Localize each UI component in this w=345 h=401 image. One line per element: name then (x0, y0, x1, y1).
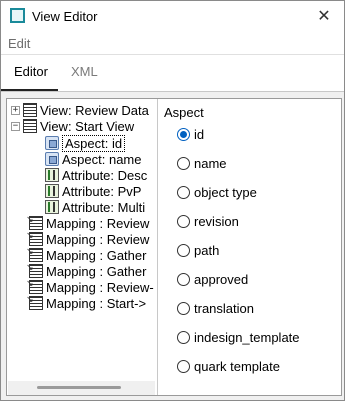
radio-label: approved (194, 272, 249, 287)
tree-item[interactable]: Attribute: PvP (45, 183, 141, 199)
tree-item-label: Aspect: id (62, 134, 126, 152)
radio-option-approved[interactable]: approved (177, 272, 248, 287)
editor-content: + View: Review Data − View: Start View A… (6, 98, 342, 396)
tree-item-label: View: Start View (40, 118, 135, 134)
tab-divider (1, 91, 344, 92)
tree-item-label: Mapping : Gather (46, 263, 147, 279)
tree-item-label: Attribute: Multi (62, 199, 146, 215)
radio-label: id (194, 127, 205, 142)
app-icon (10, 8, 25, 23)
mapping-icon: ↘ (26, 246, 43, 262)
radio-label: quark template (194, 359, 280, 374)
tree-item-label: Aspect: name (62, 151, 142, 167)
view-editor-window: View Editor ✕ Edit Editor XML + View: Re… (0, 0, 345, 401)
aspect-icon (45, 136, 59, 150)
title-bar: View Editor ✕ (1, 1, 344, 31)
tree-item[interactable]: Attribute: Desc (45, 167, 147, 183)
tree-item-label: Mapping : Review (46, 231, 150, 247)
attribute-icon (45, 184, 59, 198)
tab-bar: Editor XML (1, 55, 344, 92)
radio-option-translation[interactable]: translation (177, 301, 254, 316)
radio-label: path (194, 243, 220, 258)
menu-bar: Edit (1, 31, 344, 55)
horizontal-scrollbar[interactable] (8, 381, 155, 395)
expand-icon[interactable]: + (11, 105, 20, 115)
tree-item[interactable]: ↘ Mapping : Review (26, 230, 150, 247)
radio-label: revision (194, 214, 239, 229)
tree-item[interactable]: + View: Review Data (11, 102, 149, 118)
tree-item-label: Mapping : Review (46, 215, 150, 231)
aspect-icon (45, 152, 59, 166)
radio-checked-icon[interactable] (177, 128, 190, 141)
radio-icon[interactable] (177, 331, 190, 344)
radio-option-object-type[interactable]: object type (177, 185, 257, 200)
radio-label: translation (194, 301, 254, 316)
radio-option-path[interactable]: path (177, 243, 219, 258)
radio-label: object type (194, 185, 257, 200)
radio-option-name[interactable]: name (177, 156, 227, 171)
attribute-icon (45, 200, 59, 214)
radio-icon[interactable] (177, 302, 190, 315)
mapping-icon: ↘ (26, 294, 43, 310)
menu-edit[interactable]: Edit (8, 36, 30, 51)
tree-item-label: Attribute: PvP (62, 183, 142, 199)
tree-item[interactable]: Aspect: name (45, 151, 142, 167)
collapse-icon[interactable]: − (11, 121, 20, 131)
radio-icon[interactable] (177, 157, 190, 170)
aspect-panel: Aspect id name object type revision path (158, 99, 341, 395)
tree-item[interactable]: ↘ Mapping : Start-> (26, 294, 147, 311)
tree-item[interactable]: ↘ Mapping : Gather (26, 246, 147, 263)
mapping-icon: ↘ (26, 262, 43, 278)
tree-item[interactable]: Attribute: Multi (45, 199, 145, 215)
tab-editor[interactable]: Editor (14, 64, 48, 79)
scrollbar-thumb[interactable] (37, 386, 121, 389)
view-tree[interactable]: + View: Review Data − View: Start View A… (7, 99, 156, 395)
radio-icon[interactable] (177, 360, 190, 373)
radio-option-quark-template[interactable]: quark template (177, 359, 280, 374)
mapping-icon: ↘ (26, 230, 43, 246)
tree-item[interactable]: ↘ Mapping : Review (26, 214, 150, 231)
tree-item-label: Attribute: Desc (62, 167, 148, 183)
mapping-icon: ↘ (26, 214, 43, 230)
tree-item-label: Mapping : Gather (46, 247, 147, 263)
view-icon (23, 119, 37, 133)
tree-item-label: Mapping : Start-> (46, 295, 147, 311)
tree-item[interactable]: Aspect: id (45, 134, 126, 152)
radio-option-revision[interactable]: revision (177, 214, 239, 229)
radio-label: name (194, 156, 227, 171)
window-title: View Editor (32, 9, 98, 24)
radio-option-id[interactable]: id (177, 127, 204, 142)
radio-icon[interactable] (177, 244, 190, 257)
radio-icon[interactable] (177, 215, 190, 228)
radio-option-indesign-template[interactable]: indesign_template (177, 330, 300, 345)
tab-xml[interactable]: XML (71, 64, 98, 79)
tree-item[interactable]: − View: Start View (11, 118, 134, 134)
radio-icon[interactable] (177, 273, 190, 286)
tree-item-label: Mapping : Review- (46, 279, 154, 295)
aspect-panel-title: Aspect (164, 105, 204, 120)
tree-item[interactable]: ↘ Mapping : Gather (26, 262, 147, 279)
view-icon (23, 103, 37, 117)
attribute-icon (45, 168, 59, 182)
radio-icon[interactable] (177, 186, 190, 199)
mapping-icon: ↘ (26, 278, 43, 294)
close-icon[interactable]: ✕ (304, 1, 344, 31)
radio-label: indesign_template (194, 330, 300, 345)
tree-item[interactable]: ↘ Mapping : Review- (26, 278, 154, 295)
tree-item-label: View: Review Data (40, 102, 149, 118)
